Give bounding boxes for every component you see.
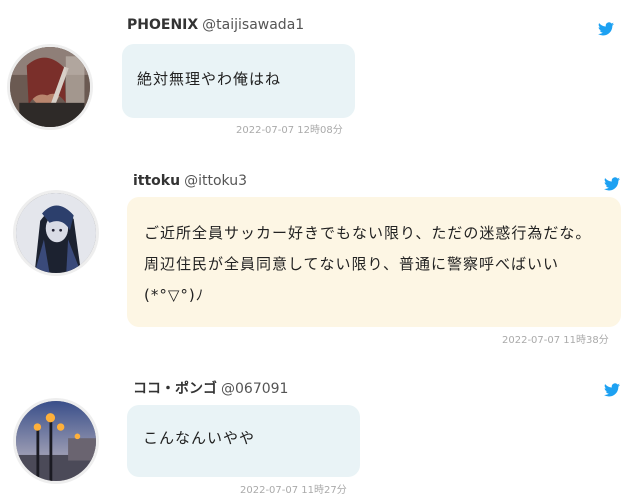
tweet-item: PHOENIX @taijisawada1 絶対無理やわ俺はね 2022-07-0… <box>0 0 632 150</box>
tweet-text-bubble: こんなんいやや <box>127 405 360 477</box>
twitter-bird-icon[interactable] <box>604 383 620 397</box>
twitter-bird-icon[interactable] <box>604 177 620 191</box>
user-name[interactable]: ココ・ポンゴ <box>133 381 217 397</box>
tweet-text: こんなんいやや <box>143 429 256 447</box>
tweet-timestamp[interactable]: 2022-07-07 12時08分 <box>236 121 343 136</box>
tweet-header: ittoku @ittoku3 <box>133 172 247 190</box>
tweet-timestamp[interactable]: 2022-07-07 11時27分 <box>240 481 347 496</box>
tweet-item: ittoku @ittoku3 ご近所全員サッカー好きでもない限り、ただの迷惑行為… <box>0 150 632 350</box>
tweet-header: PHOENIX @taijisawada1 <box>127 16 304 34</box>
tweet-text-bubble: 絶対無理やわ俺はね <box>122 44 355 118</box>
tweet-text: ご近所全員サッカー好きでもない限り、ただの迷惑行為だな。周辺住民が全員同意してな… <box>144 224 592 304</box>
tweet-timestamp[interactable]: 2022-07-07 11時38分 <box>502 331 609 346</box>
tweet-text-bubble: ご近所全員サッカー好きでもない限り、ただの迷惑行為だな。周辺住民が全員同意してな… <box>127 197 621 327</box>
user-handle[interactable]: @taijisawada1 <box>202 17 304 33</box>
avatar[interactable] <box>13 190 99 276</box>
user-avatar-street-lamps-icon <box>16 401 96 481</box>
tweet-header: ココ・ポンゴ @067091 <box>133 380 288 398</box>
user-handle[interactable]: @067091 <box>221 381 288 397</box>
user-avatar-anime-character-icon <box>16 193 96 273</box>
user-name[interactable]: PHOENIX <box>127 17 198 33</box>
user-handle[interactable]: @ittoku3 <box>184 173 247 189</box>
tweet-item: ココ・ポンゴ @067091 こんなんいやや 2022-07-07 11時27分 <box>0 350 632 503</box>
twitter-bird-icon[interactable] <box>598 22 614 36</box>
avatar[interactable] <box>7 44 93 130</box>
user-avatar-guitarist-icon <box>10 47 90 127</box>
user-name[interactable]: ittoku <box>133 173 180 189</box>
avatar[interactable] <box>13 398 99 484</box>
tweet-text: 絶対無理やわ俺はね <box>137 70 282 88</box>
tweet-feed: PHOENIX @taijisawada1 絶対無理やわ俺はね 2022-07-0… <box>0 0 632 503</box>
